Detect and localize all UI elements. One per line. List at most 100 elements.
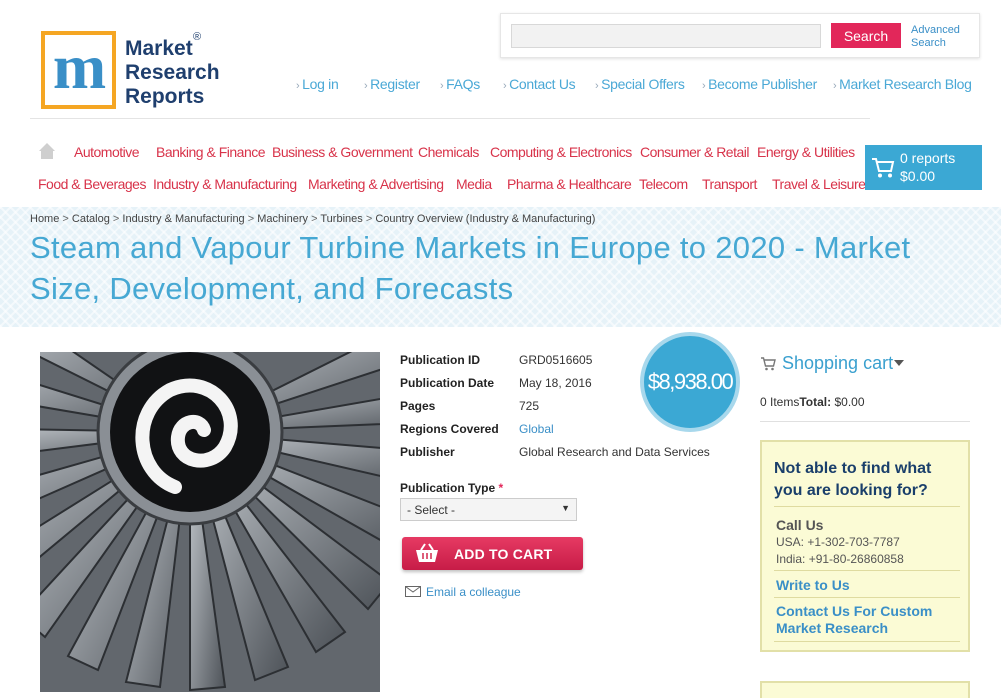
advanced-search-line-2: Search [911, 37, 946, 49]
breadcrumb-separator: > [247, 213, 255, 225]
contact-custom-research-link[interactable]: Contact Us For Custom Market Research [776, 603, 961, 637]
category-marketing-advertising[interactable]: Marketing & Advertising [308, 176, 444, 192]
market-research-blog-link[interactable]: Market Research Blog [833, 76, 972, 92]
publication-id-label: Publication ID [400, 353, 481, 367]
home-icon[interactable] [38, 142, 56, 160]
top-nav: Log in Register FAQs Contact Us Special … [296, 76, 986, 94]
chevron-down-icon: ▼ [561, 503, 570, 513]
help-divider [774, 570, 960, 571]
header-cart-button[interactable]: 0 reports $0.00 [865, 145, 982, 190]
registered-mark: ® [193, 31, 202, 43]
logo-line-2: Research [125, 61, 220, 84]
advanced-search-link[interactable]: Advanced Search [911, 24, 960, 50]
become-publisher-link[interactable]: Become Publisher [702, 76, 817, 92]
help-divider [774, 506, 960, 507]
special-offers-link[interactable]: Special Offers [595, 76, 685, 92]
publication-type-selected: - Select - [407, 503, 456, 517]
category-automotive[interactable]: Automotive [74, 144, 140, 160]
email-icon [405, 586, 421, 597]
breadcrumb-separator: > [365, 213, 373, 225]
basket-icon [416, 543, 438, 562]
cart-total-label: Total: [799, 395, 832, 409]
search-button[interactable]: Search [831, 23, 901, 48]
breadcrumb-separator: > [62, 213, 69, 225]
search-input[interactable] [511, 24, 821, 48]
breadcrumb: Home > Catalog > Industry & Manufacturin… [30, 213, 595, 225]
category-industry-manufacturing[interactable]: Industry & Manufacturing [153, 176, 297, 192]
cart-total-amount: $0.00 [900, 168, 936, 184]
help-divider [774, 597, 960, 598]
turbine-illustration [40, 352, 380, 692]
page-title: Steam and Vapour Turbine Markets in Euro… [30, 230, 911, 306]
contact-us-link[interactable]: Contact Us [503, 76, 576, 92]
register-link[interactable]: Register [364, 76, 420, 92]
cart-icon [761, 357, 776, 371]
help-box: Not able to find what you are looking fo… [760, 440, 970, 652]
add-to-cart-button[interactable]: ADD TO CART [402, 537, 583, 570]
cart-report-count: 0 reports [900, 150, 956, 166]
cart-icon [872, 158, 895, 178]
publication-type-label-text: Publication Type [400, 481, 496, 495]
logo-line-1: Market [125, 37, 193, 60]
pages-value: 725 [519, 399, 540, 413]
category-business-government[interactable]: Business & Government [272, 144, 413, 160]
regions-link[interactable]: Global [519, 422, 554, 436]
category-chemicals[interactable]: Chemicals [418, 144, 479, 160]
publication-type-label: Publication Type * [400, 481, 503, 495]
breadcrumb-home[interactable]: Home [30, 213, 59, 225]
breadcrumb-turbines[interactable]: Turbines [320, 213, 362, 225]
publication-id-value: GRD0516605 [519, 353, 593, 367]
header-divider [30, 118, 870, 119]
publication-type-select[interactable]: - Select - ▼ [400, 498, 577, 521]
write-to-us-link[interactable]: Write to Us [776, 577, 850, 593]
category-food-beverages[interactable]: Food & Beverages [38, 176, 146, 192]
call-us-heading: Call Us [776, 517, 824, 533]
secondary-sidebar-box [760, 681, 970, 698]
breadcrumb-machinery[interactable]: Machinery [257, 213, 308, 225]
logo-mark: m [41, 31, 116, 109]
breadcrumb-industry-manufacturing[interactable]: Industry & Manufacturing [122, 213, 244, 225]
breadcrumb-separator: > [112, 213, 120, 225]
add-to-cart-label: ADD TO CART [454, 546, 553, 562]
logo-letter: m [52, 31, 106, 102]
advanced-search-line-1: Advanced [911, 24, 960, 36]
category-banking-finance[interactable]: Banking & Finance [156, 144, 266, 160]
required-mark: * [498, 481, 504, 495]
sidebar-divider [760, 421, 970, 422]
email-colleague-label: Email a colleague [426, 585, 521, 599]
site-logo[interactable]: m Market Research Reports ® [41, 31, 221, 109]
category-telecom[interactable]: Telecom [639, 176, 688, 192]
category-media[interactable]: Media [456, 176, 492, 192]
price-badge: $8,938.00 [640, 332, 740, 432]
breadcrumb-country-overview: Country Overview (Industry & Manufacturi… [375, 213, 596, 225]
phone-usa: USA: +1-302-703-7787 [776, 535, 900, 549]
product-image [40, 352, 380, 692]
chevron-down-icon [894, 360, 904, 366]
login-link[interactable]: Log in [296, 76, 339, 92]
help-divider [774, 641, 960, 642]
category-computing-electronics[interactable]: Computing & Electronics [490, 144, 632, 160]
category-transport[interactable]: Transport [702, 176, 757, 192]
category-consumer-retail[interactable]: Consumer & Retail [640, 144, 750, 160]
cart-total-value: $0.00 [834, 395, 865, 409]
publisher-value: Global Research and Data Services [519, 445, 710, 459]
shopping-cart-heading: Shopping cart [782, 353, 894, 373]
phone-india: India: +91-80-26860858 [776, 552, 904, 566]
faqs-link[interactable]: FAQs [440, 76, 480, 92]
pages-label: Pages [400, 399, 436, 413]
category-travel-leisure[interactable]: Travel & Leisure [772, 176, 866, 192]
category-pharma-healthcare[interactable]: Pharma & Healthcare [507, 176, 632, 192]
publication-date-label: Publication Date [400, 376, 495, 390]
publisher-label: Publisher [400, 445, 455, 459]
logo-wordmark: Market Research Reports [125, 37, 220, 109]
cart-items-count: 0 Items [760, 395, 800, 409]
category-energy-utilities[interactable]: Energy & Utilities [757, 144, 855, 160]
regions-label: Regions Covered [400, 422, 499, 436]
help-title: Not able to find what you are looking fo… [774, 460, 932, 499]
publication-date-value: May 18, 2016 [519, 376, 592, 390]
cart-summary: 0 ItemsTotal: $0.00 [760, 395, 865, 409]
search-panel: Search Advanced Search [500, 13, 980, 58]
breadcrumb-separator: > [311, 213, 318, 225]
logo-line-3: Reports [125, 85, 205, 108]
breadcrumb-catalog[interactable]: Catalog [72, 213, 110, 225]
